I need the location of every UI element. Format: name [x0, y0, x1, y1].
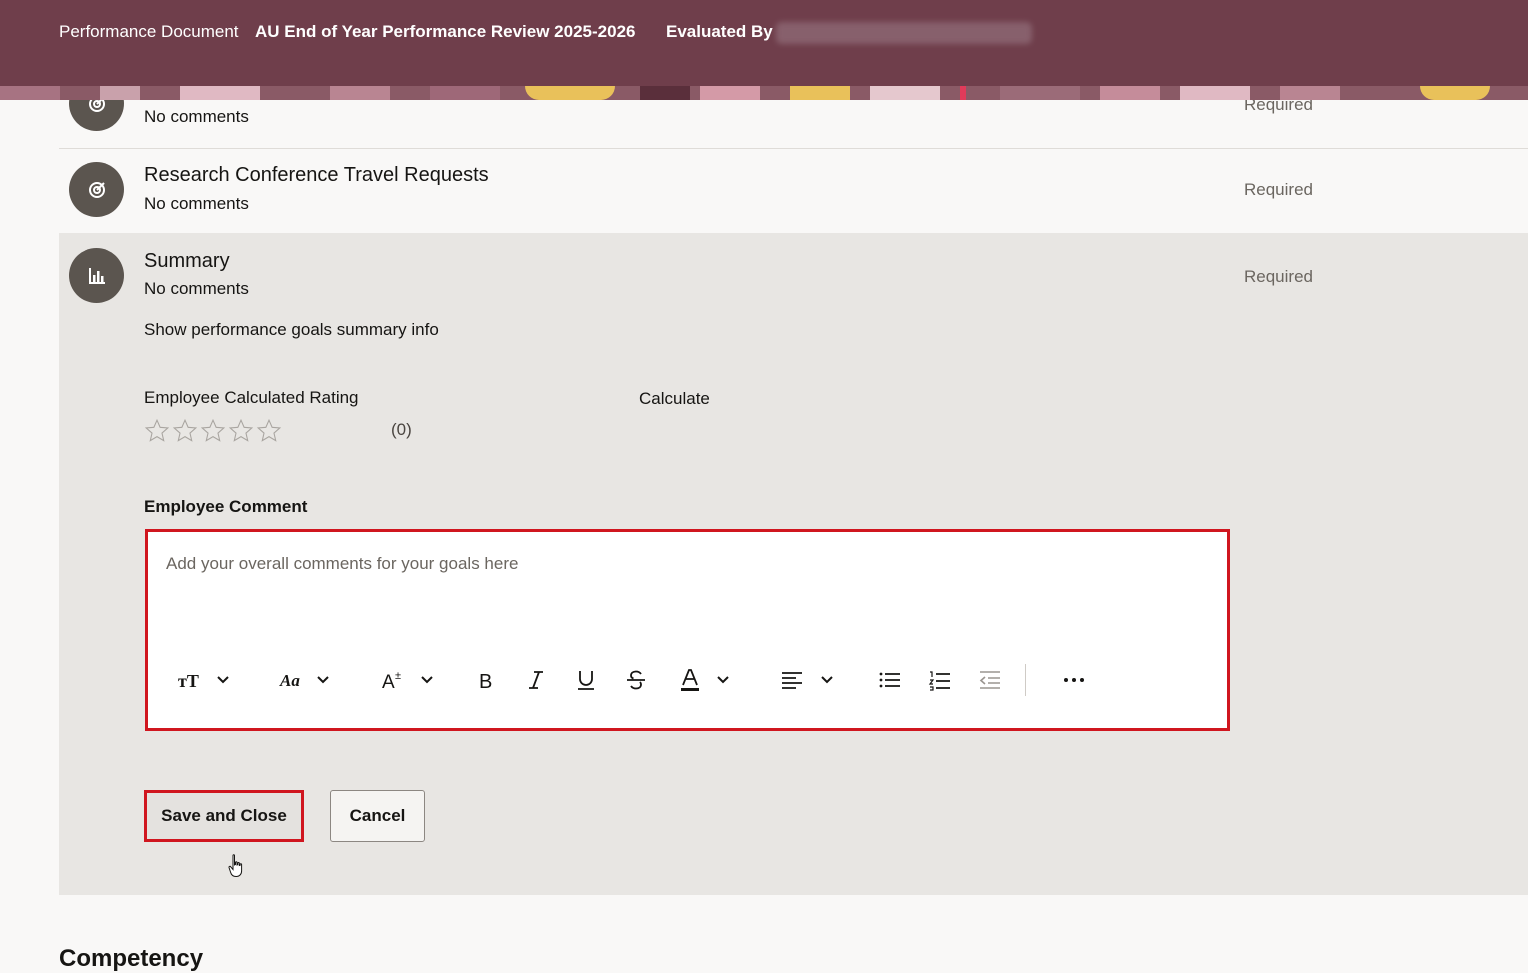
document-title: AU End of Year Performance Review 2025-2… — [255, 22, 636, 41]
toolbar-divider — [1025, 664, 1026, 696]
calculate-link[interactable]: Calculate — [639, 389, 710, 409]
star-icon — [172, 418, 198, 442]
svg-text:±: ± — [395, 670, 401, 682]
numbered-list-button[interactable] — [924, 662, 956, 698]
show-summary-info-link[interactable]: Show performance goals summary info — [144, 320, 439, 340]
svg-text:Aa: Aa — [279, 671, 300, 690]
goal-comment: No comments — [144, 107, 249, 126]
cancel-button[interactable]: Cancel — [330, 790, 425, 842]
save-and-close-button[interactable]: Save and Close — [144, 790, 304, 842]
summary-section: Summary No comments Required Show perfor… — [59, 233, 1528, 895]
underline-button[interactable] — [570, 662, 602, 698]
strikethrough-button[interactable] — [620, 662, 652, 698]
svg-text:A: A — [382, 672, 395, 692]
text-size-button[interactable]: ᴛT — [176, 662, 236, 698]
goal-title[interactable]: Research Conference Travel Requests — [144, 164, 489, 187]
summary-title[interactable]: Summary — [144, 250, 230, 273]
italic-icon — [529, 671, 543, 689]
goal-row[interactable]: Research Conference Travel Requests No c… — [59, 149, 1528, 234]
font-color-icon — [681, 669, 729, 691]
align-button[interactable] — [780, 662, 840, 698]
star-icon — [200, 418, 226, 442]
font-color-button[interactable] — [678, 662, 738, 698]
bold-icon: B — [479, 671, 492, 692]
page-header: Performance Document AU End of Year Perf… — [0, 0, 1528, 86]
text-size-icon: ᴛT — [178, 671, 229, 691]
evaluated-by-label: Evaluated By — [666, 22, 773, 41]
star-icon — [144, 418, 170, 442]
underline-icon — [578, 671, 594, 690]
chart-icon — [69, 248, 124, 303]
font-family-icon: Aa — [279, 671, 329, 690]
outdent-button[interactable] — [974, 662, 1006, 698]
comment-placeholder[interactable]: Add your overall comments for your goals… — [166, 554, 518, 574]
svg-text:B: B — [479, 671, 492, 692]
summary-status: Required — [1244, 267, 1313, 286]
rating-label: Employee Calculated Rating — [144, 388, 359, 407]
star-icon — [228, 418, 254, 442]
strikethrough-icon — [627, 670, 645, 690]
document-label: Performance Document — [59, 22, 239, 41]
competency-section-title: Competency — [59, 945, 204, 972]
svg-text:ᴛT: ᴛT — [178, 671, 199, 691]
more-icon — [1064, 678, 1084, 682]
more-button[interactable] — [1056, 662, 1092, 698]
hand-cursor-icon — [228, 854, 243, 878]
goal-comment: No comments — [144, 194, 249, 213]
font-size-button[interactable]: A ± — [380, 662, 440, 698]
align-icon — [782, 672, 833, 689]
rating-stars — [144, 418, 282, 444]
font-family-button[interactable]: Aa — [278, 662, 338, 698]
bullet-list-icon — [879, 672, 900, 688]
numbered-list-icon — [928, 671, 950, 691]
editor-toolbar: ᴛT Aa A ± B — [148, 662, 1227, 698]
bullet-list-button[interactable] — [874, 662, 906, 698]
outdent-icon — [979, 671, 1000, 689]
employee-comment-label: Employee Comment — [144, 497, 308, 516]
evaluator-name-redacted — [776, 22, 1032, 44]
italic-button[interactable] — [520, 662, 552, 698]
rating-count: (0) — [391, 420, 412, 439]
comment-editor[interactable]: Add your overall comments for your goals… — [145, 529, 1230, 731]
star-icon — [256, 418, 282, 442]
font-size-icon: A ± — [382, 670, 433, 692]
bold-button[interactable]: B — [470, 662, 502, 698]
summary-comment: No comments — [144, 279, 249, 298]
header-decorative-banner — [0, 86, 1528, 100]
target-icon — [69, 162, 124, 217]
goal-status: Required — [1244, 180, 1313, 199]
